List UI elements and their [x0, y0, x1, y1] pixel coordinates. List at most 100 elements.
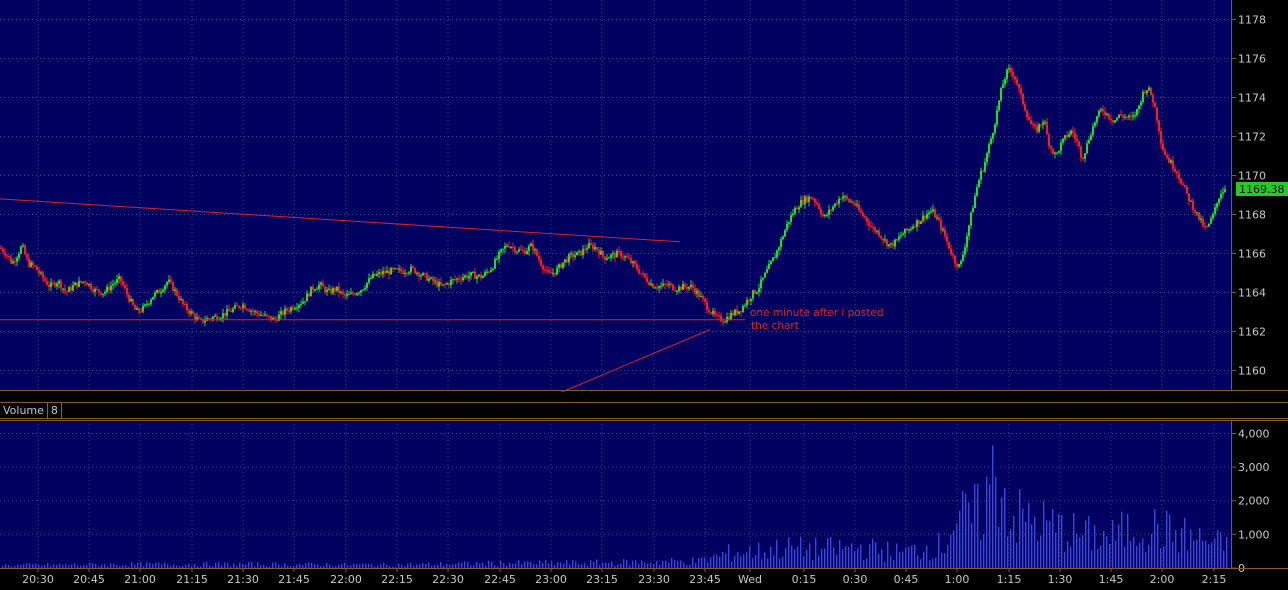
price-candle-down [262, 314, 264, 316]
price-candle-up [624, 256, 626, 258]
volume-bar [737, 552, 739, 568]
volume-bar [815, 537, 817, 568]
volume-indicator-tab[interactable]: Volume 8 [0, 403, 62, 418]
price-candle-up [668, 283, 670, 286]
price-candle-down [192, 311, 194, 315]
time-axis-label: 22:45 [484, 573, 516, 586]
price-candle-down [188, 310, 190, 314]
volume-bar [527, 561, 529, 568]
volume-bar [494, 565, 496, 568]
price-candle-down [128, 294, 130, 302]
volume-bar [437, 564, 439, 568]
price-candle-up [1210, 218, 1212, 224]
price-candle-down [1188, 193, 1190, 202]
price-candle-up [174, 289, 176, 291]
price-candle-down [598, 249, 600, 255]
price-candle-up [50, 282, 52, 287]
price-axis-label: 1174 [1238, 92, 1266, 105]
price-candle-down [822, 214, 824, 217]
price-candle-down [380, 272, 382, 275]
volume-bar [305, 563, 307, 568]
volume-bar [269, 566, 271, 568]
volume-bar [356, 564, 358, 568]
price-candle-up [422, 272, 424, 276]
volume-bar [653, 563, 655, 568]
price-candle-up [744, 305, 746, 307]
price-candle-down [546, 269, 548, 271]
volume-bar [272, 562, 274, 568]
volume-bar [1160, 548, 1162, 568]
volume-bar [584, 562, 586, 568]
price-candle-down [940, 220, 942, 230]
time-axis-label: 22:00 [330, 573, 362, 586]
volume-bar [875, 542, 877, 568]
volume-bar [293, 566, 295, 568]
price-candle-down [636, 264, 638, 270]
volume-bar [338, 564, 340, 568]
price-candle-up [294, 308, 296, 310]
volume-bar [914, 544, 916, 568]
price-candle-down [1204, 226, 1206, 228]
price-candle-up [910, 228, 912, 230]
price-candle-down [334, 288, 336, 291]
price-candle-down [704, 298, 706, 303]
price-candle-up [756, 291, 758, 294]
volume-bar [755, 555, 757, 568]
price-candle-down [240, 307, 242, 309]
volume-bar [1121, 511, 1123, 568]
volume-bar [605, 562, 607, 568]
volume-bar [56, 564, 58, 568]
price-candle-up [452, 279, 454, 281]
price-candle-up [1134, 115, 1136, 117]
volume-bar [209, 565, 211, 568]
price-candle-up [156, 290, 158, 293]
volume-bar [629, 565, 631, 568]
price-candle-down [836, 203, 838, 205]
price-candle-up [118, 276, 120, 280]
price-candle-down [126, 288, 128, 295]
price-candle-up [588, 243, 590, 249]
price-candle-down [1158, 120, 1160, 132]
price-candle-up [310, 286, 312, 297]
price-candle-up [974, 195, 976, 209]
price-candle-up [68, 287, 70, 292]
volume-bar [95, 564, 97, 568]
volume-bar [197, 566, 199, 568]
price-candle-up [790, 215, 792, 222]
volume-bar [602, 562, 604, 568]
volume-bar [248, 562, 250, 568]
volume-bar [1076, 533, 1078, 568]
price-candle-up [16, 258, 18, 262]
volume-bar [665, 560, 667, 568]
volume-axis-label: 2,000 [1238, 495, 1270, 508]
volume-bar [23, 563, 25, 568]
volume-bar [227, 562, 229, 568]
volume-bar [509, 563, 511, 568]
price-candle-up [214, 315, 216, 317]
volume-bar [374, 566, 376, 568]
price-candle-up [650, 283, 652, 286]
price-candle-up [408, 272, 410, 274]
volume-bar [128, 566, 130, 568]
price-candle-down [748, 300, 750, 302]
price-candle-up [318, 284, 320, 289]
volume-bar [260, 565, 262, 568]
volume-bar [551, 561, 553, 568]
price-candle-up [970, 212, 972, 226]
price-candle-up [376, 274, 378, 276]
volume-bar [368, 563, 370, 568]
price-candle-down [1066, 135, 1068, 138]
volume-bar [182, 566, 184, 568]
price-candle-up [20, 246, 22, 254]
volume-bar [464, 561, 466, 568]
volume-bar [545, 560, 547, 568]
price-candle-down [236, 305, 238, 307]
volume-bar [860, 544, 862, 568]
volume-bar [809, 543, 811, 568]
price-candle-down [706, 302, 708, 310]
volume-bar [1145, 552, 1147, 568]
price-candle-down [342, 291, 344, 295]
volume-bar [851, 543, 853, 568]
price-axis-label: 1160 [1238, 365, 1266, 378]
price-candle-down [854, 203, 856, 206]
